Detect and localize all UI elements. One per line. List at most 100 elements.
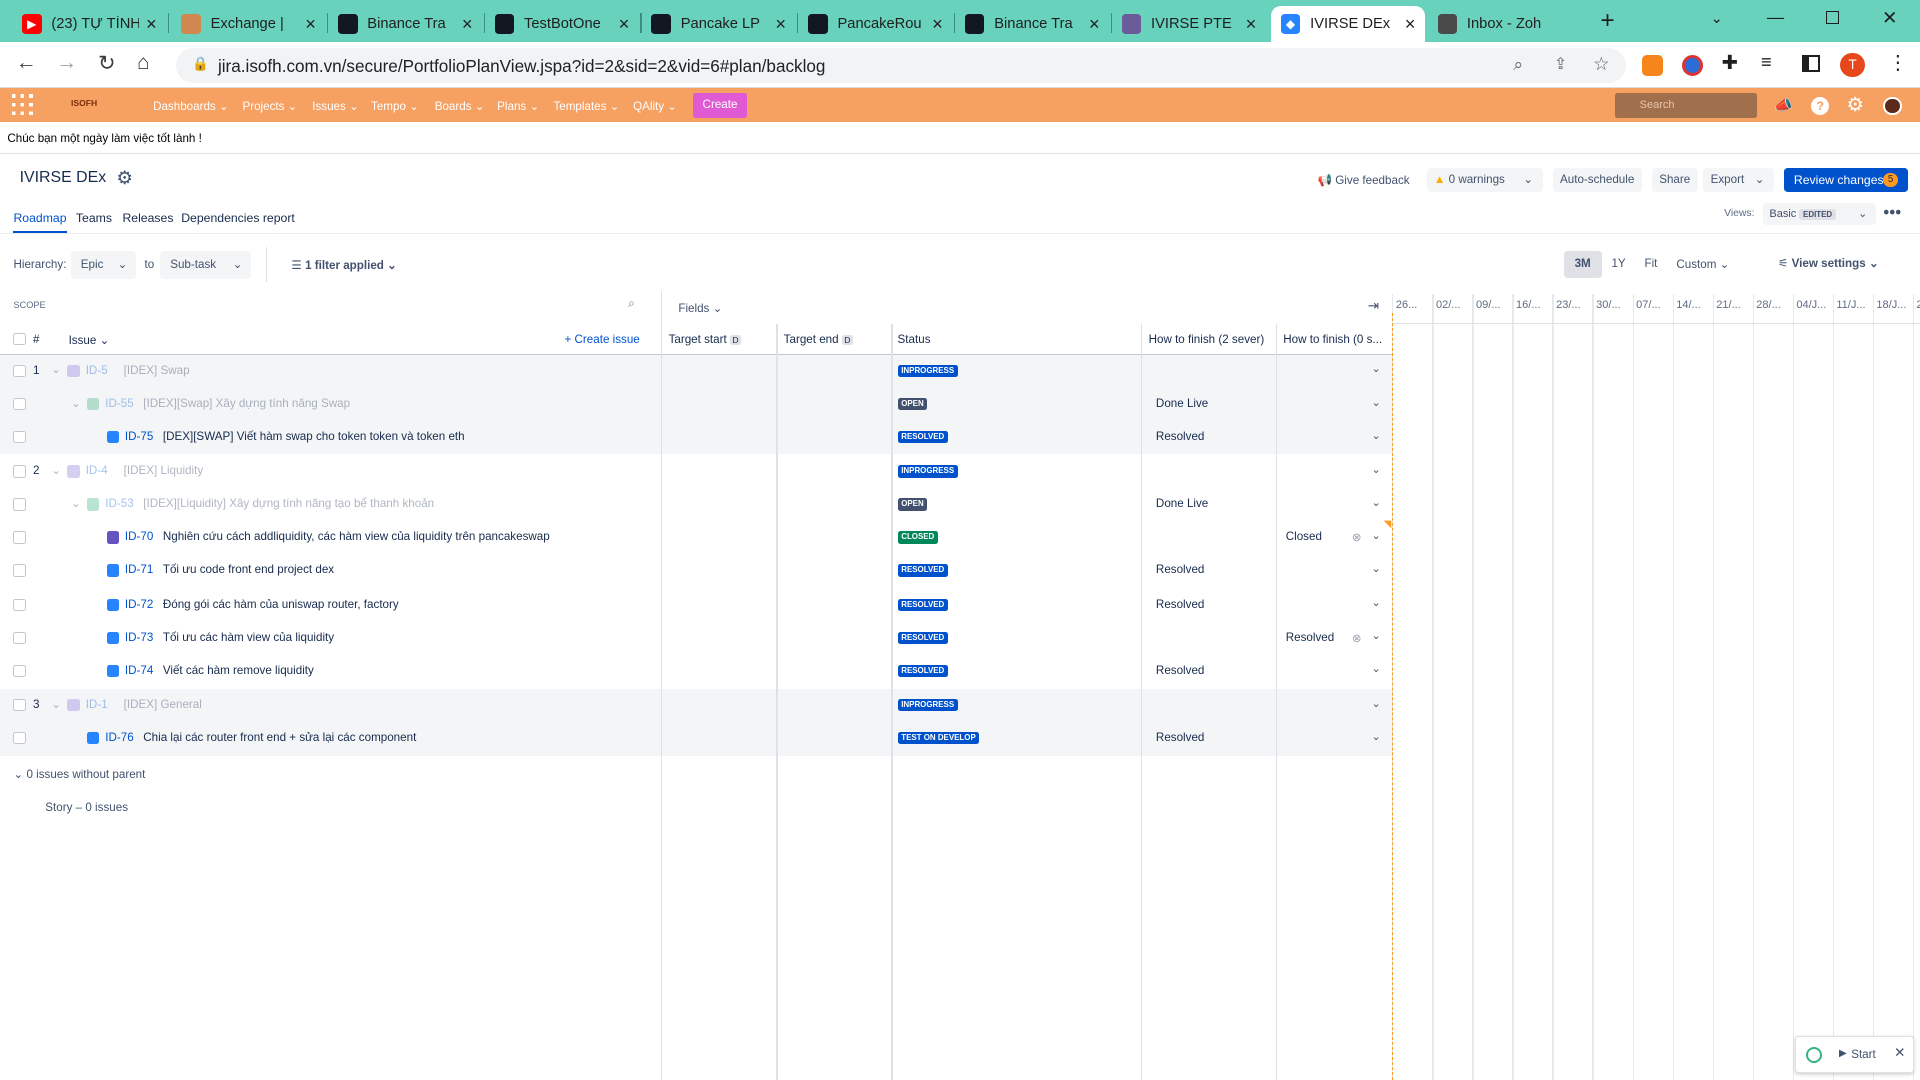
issue-key[interactable]: ID-74 [125, 664, 153, 677]
table-row[interactable] [0, 689, 1393, 723]
issue-key[interactable]: ID-55 [105, 397, 133, 410]
zoom-fit-button[interactable]: Fit [1645, 257, 1658, 270]
tab-close-icon[interactable]: × [619, 13, 630, 35]
new-tab-button[interactable]: + [1600, 7, 1614, 35]
nav-qality[interactable]: QAlity ⌄ [633, 99, 677, 113]
tab-close-icon[interactable]: × [1246, 13, 1257, 35]
row-checkbox[interactable] [13, 664, 26, 678]
issue-summary[interactable]: [IDEX][Liquidity] Xây dựng tính năng tạo… [143, 497, 434, 510]
status-lozenge[interactable]: RESOLVED [897, 564, 948, 577]
issue-summary[interactable]: Tối ưu các hàm view của liquidity [163, 631, 334, 644]
status-lozenge[interactable]: OPEN [897, 397, 928, 411]
expand-chevron-icon[interactable]: ⌄ [71, 496, 81, 510]
how-to-finish-1-value[interactable]: Resolved [1156, 430, 1204, 443]
issue-key[interactable]: ID-4 [86, 464, 108, 477]
create-button[interactable]: Create [693, 93, 747, 118]
reload-icon[interactable]: ↻ [98, 51, 115, 76]
review-changes-button[interactable]: Review changes 5 [1784, 167, 1908, 193]
nav-issues[interactable]: Issues ⌄ [312, 99, 359, 113]
close-icon[interactable]: ✕ [1894, 1045, 1905, 1061]
auto-schedule-button[interactable]: Auto-schedule [1552, 167, 1642, 193]
puzzle-icon[interactable]: ✚ [1722, 51, 1738, 75]
status-lozenge[interactable]: TEST ON DEVELOP [897, 732, 980, 745]
select-all-checkbox[interactable] [13, 333, 26, 346]
issue-key[interactable]: ID-1 [86, 698, 108, 711]
row-checkbox[interactable] [13, 564, 26, 577]
bookmark-star-icon[interactable]: ☆ [1593, 53, 1609, 75]
notifications-icon[interactable]: 📣 [1774, 96, 1792, 114]
forward-icon[interactable]: → [56, 51, 77, 75]
issue-key[interactable]: ID-72 [125, 598, 153, 611]
chevron-down-icon[interactable]: ⌄ [1371, 662, 1380, 675]
how-to-finish-2-value[interactable]: Resolved [1286, 631, 1334, 644]
expand-chevron-icon[interactable]: ⌄ [51, 463, 61, 477]
tab-search-icon[interactable]: ⌄ [1711, 10, 1723, 27]
fields-dropdown[interactable]: Fields ⌄ [678, 301, 722, 315]
zoom-icon[interactable]: ⌕ [1513, 54, 1523, 75]
issues-without-parent[interactable]: ⌄ 0 issues without parent [13, 767, 145, 781]
tab-6[interactable]: PancakeRou × [798, 6, 952, 42]
issue-key[interactable]: ID-73 [125, 631, 153, 644]
expand-chevron-icon[interactable]: ⌄ [51, 362, 61, 376]
back-icon[interactable]: ← [16, 51, 37, 75]
expand-chevron-icon[interactable]: ⌄ [71, 396, 81, 410]
nav-tempo[interactable]: Tempo ⌄ [371, 99, 419, 113]
row-checkbox[interactable] [13, 598, 26, 611]
tab-1[interactable]: ▶ (23) TỰ TÌNH × [12, 6, 166, 42]
status-lozenge[interactable]: RESOLVED [897, 631, 948, 645]
give-feedback-button[interactable]: 📢 Give feedback [1318, 173, 1410, 187]
issue-summary[interactable]: Đóng gói các hàm của uniswap router, fac… [163, 598, 399, 611]
status-lozenge[interactable]: CLOSED [897, 531, 938, 544]
issue-summary[interactable]: Viết các hàm remove liquidity [163, 664, 314, 677]
share-icon[interactable]: ⇪ [1554, 54, 1567, 74]
share-button[interactable]: Share [1651, 167, 1698, 193]
issue-summary[interactable]: [DEX][SWAP] Viết hàm swap cho token toke… [163, 430, 465, 443]
chevron-down-icon[interactable]: ⌄ [1371, 396, 1380, 409]
expand-chevron-icon[interactable]: ⌄ [51, 697, 61, 711]
user-avatar[interactable] [1883, 96, 1902, 116]
minimize-button[interactable]: — [1767, 7, 1784, 28]
how-to-finish-1-value[interactable]: Resolved [1156, 563, 1204, 576]
warnings-button[interactable]: ▲ 0 warnings ⌄ [1426, 167, 1543, 193]
tab-5[interactable]: Pancake LP × [642, 6, 796, 42]
nav-dashboards[interactable]: Dashboards ⌄ [153, 99, 229, 113]
tab-4[interactable]: TestBotOne × [485, 6, 639, 42]
chevron-down-icon[interactable]: ⌄ [1371, 496, 1380, 509]
nav-plans[interactable]: Plans ⌄ [497, 99, 539, 113]
status-lozenge[interactable]: OPEN [897, 498, 928, 511]
how-to-finish-1-header[interactable]: How to finish (2 sever) [1149, 333, 1265, 346]
scope-search-icon[interactable]: ⌕ [628, 296, 635, 311]
tab-10[interactable]: Inbox - Zoh [1428, 6, 1582, 42]
how-to-finish-1-value[interactable]: Resolved [1156, 731, 1204, 744]
how-to-finish-1-value[interactable]: Done Live [1156, 497, 1208, 510]
table-row[interactable] [0, 456, 1392, 489]
start-widget[interactable]: ▶ Start ✕ [1795, 1035, 1914, 1073]
status-lozenge[interactable]: INPROGRESS [897, 364, 958, 378]
chevron-down-icon[interactable]: ⌄ [1371, 562, 1380, 575]
tab-roadmap[interactable]: Roadmap [13, 211, 67, 233]
issue-summary[interactable]: Tối ưu code front end project dex [163, 563, 334, 576]
tab-close-icon[interactable]: × [932, 13, 943, 35]
tab-close-icon[interactable]: × [1089, 13, 1100, 35]
clear-icon[interactable]: ⊗ [1352, 631, 1362, 645]
media-icon[interactable]: ≡ [1761, 51, 1772, 73]
chevron-down-icon[interactable]: ⌄ [1371, 629, 1380, 642]
hierarchy-from-select[interactable]: Epic ⌄ [71, 251, 136, 280]
sidepanel-icon[interactable] [1802, 55, 1820, 73]
filter-button[interactable]: ☰ 1 filter applied ⌄ [291, 258, 396, 272]
issue-summary[interactable]: [IDEX] Swap [124, 364, 190, 377]
how-to-finish-2-value[interactable]: Closed [1286, 530, 1322, 543]
issue-summary[interactable]: Nghiên cứu cách addliquidity, các hàm vi… [163, 530, 550, 543]
issue-key[interactable]: ID-53 [105, 497, 133, 510]
issue-key[interactable]: ID-70 [125, 530, 153, 543]
profile-avatar[interactable]: T [1840, 52, 1865, 78]
how-to-finish-1-value[interactable]: Resolved [1156, 598, 1204, 611]
tab-7[interactable]: Binance Tra × [955, 6, 1109, 42]
tab-releases[interactable]: Releases [122, 211, 173, 225]
chevron-down-icon[interactable]: ⌄ [1371, 362, 1380, 375]
issue-key[interactable]: ID-75 [125, 430, 153, 443]
zoom-3m-button[interactable]: 3M [1563, 251, 1602, 278]
nav-boards[interactable]: Boards ⌄ [435, 99, 485, 113]
status-lozenge[interactable]: RESOLVED [897, 598, 948, 611]
status-lozenge[interactable]: RESOLVED [897, 664, 948, 678]
